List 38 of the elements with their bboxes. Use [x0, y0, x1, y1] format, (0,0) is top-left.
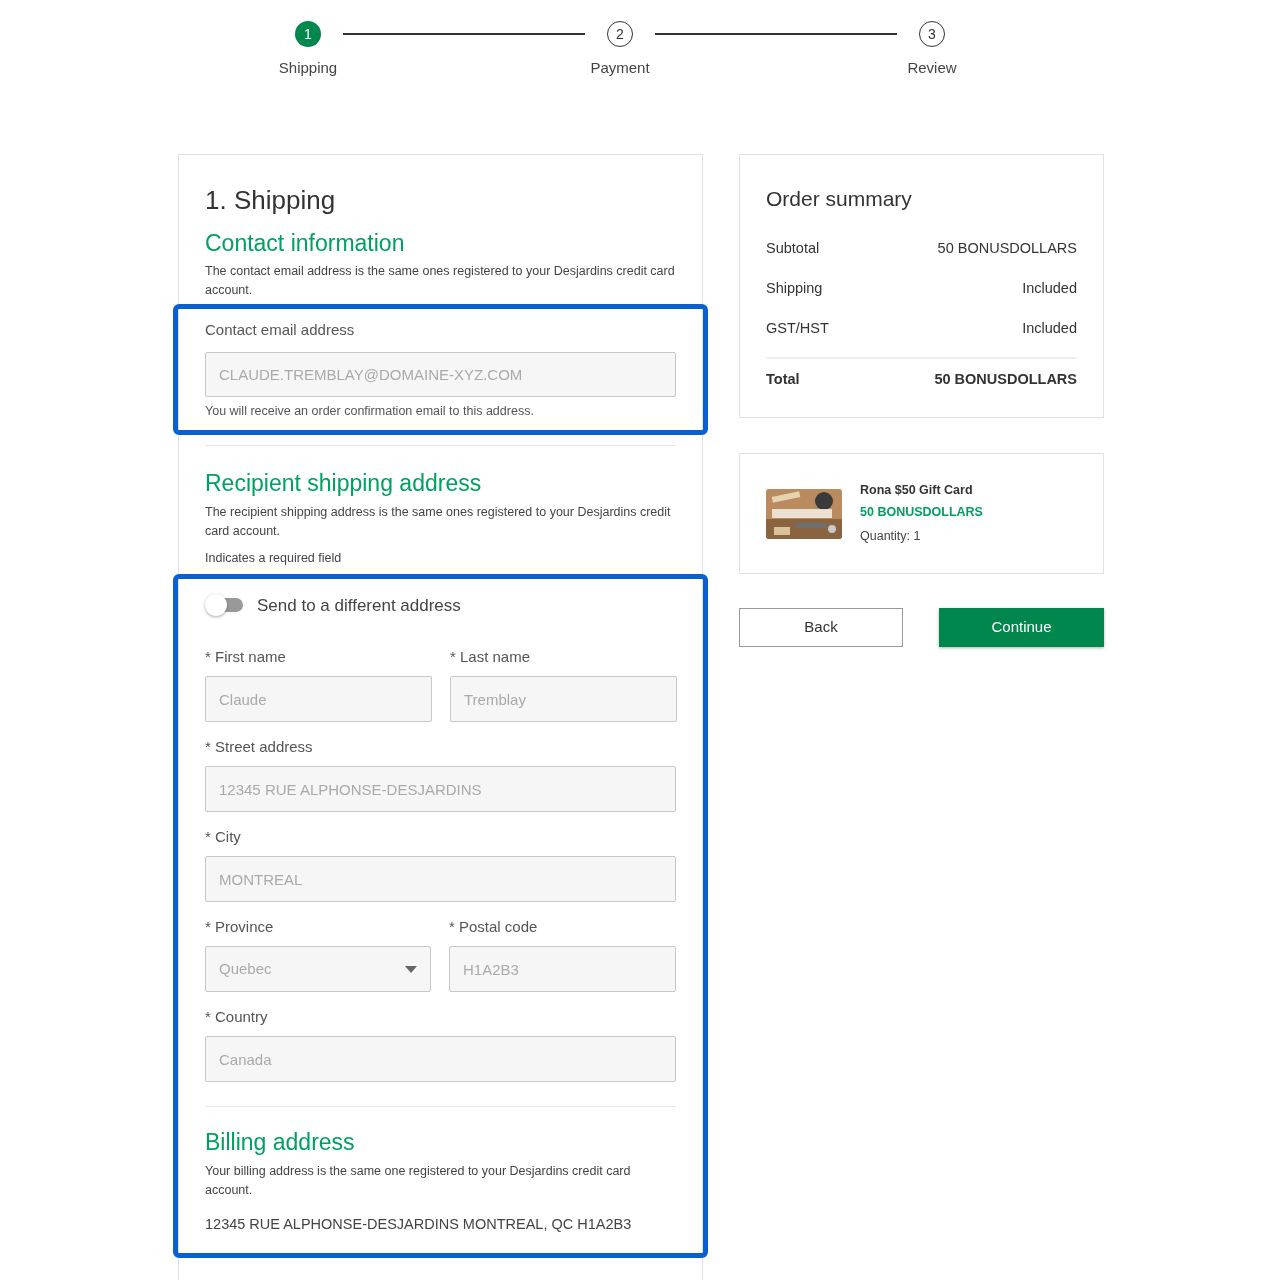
- summary-value: Included: [1022, 278, 1077, 298]
- summary-label: Shipping: [766, 278, 823, 298]
- billing-address: 12345 RUE ALPHONSE-DESJARDINS MONTREAL, QC H1A2B3: [205, 1214, 633, 1234]
- field-label: * Province: [205, 918, 275, 936]
- field-label: * City: [205, 828, 242, 846]
- step-label: Payment: [590, 58, 650, 78]
- field-label: * Country: [205, 1008, 269, 1026]
- product-price: 50 BONUSDOLLARS: [860, 504, 983, 522]
- summary-value: 50 BONUSDOLLARS: [934, 370, 1077, 390]
- toggle-label: Send to a different address: [257, 594, 461, 617]
- summary-value: Included: [1022, 318, 1077, 338]
- dropdown-caret-icon: [405, 965, 417, 973]
- back-button[interactable]: Back: [739, 608, 903, 647]
- recipient-description: The recipient shipping address is the same ones registered to your Desjardins credit card account.: [205, 503, 672, 540]
- contact-heading: Contact information: [205, 228, 406, 258]
- order-summary-title: Order summary: [766, 185, 913, 212]
- summary-label: Total: [766, 370, 800, 390]
- summary-label: Subtotal: [766, 239, 820, 258]
- section-title: 1. Shipping: [205, 183, 337, 217]
- summary-label: GST/HST: [766, 318, 829, 338]
- recipient-heading: Recipient shipping address: [205, 469, 483, 499]
- toggle-switch[interactable]: [205, 594, 245, 617]
- summary-value: 50 BONUSDOLLARS: [937, 239, 1077, 258]
- required-note: Indicates a required field: [205, 549, 343, 567]
- field-label: * Postal code: [449, 918, 539, 936]
- field-label: * Last name: [450, 648, 532, 666]
- email-label: Contact email address: [205, 320, 356, 340]
- product-quantity: Quantity: 1: [860, 527, 922, 545]
- billing-heading: Billing address: [205, 1128, 356, 1157]
- email-hint: You will receive an order confirmation email to this address.: [205, 402, 535, 420]
- product-name: Rona $50 Gift Card: [860, 482, 974, 500]
- field-label: * Street address: [205, 738, 314, 756]
- step-label: Review: [907, 58, 957, 78]
- contact-description: The contact email address is the same ones registered to your Desjardins credit card account.: [205, 263, 676, 299]
- field-label: * First name: [205, 648, 287, 666]
- step-label: Shipping: [278, 58, 338, 78]
- billing-description: Your billing address is the same one registered to your Desjardins credit card account.: [205, 1162, 632, 1199]
- continue-button[interactable]: Continue: [939, 608, 1104, 647]
